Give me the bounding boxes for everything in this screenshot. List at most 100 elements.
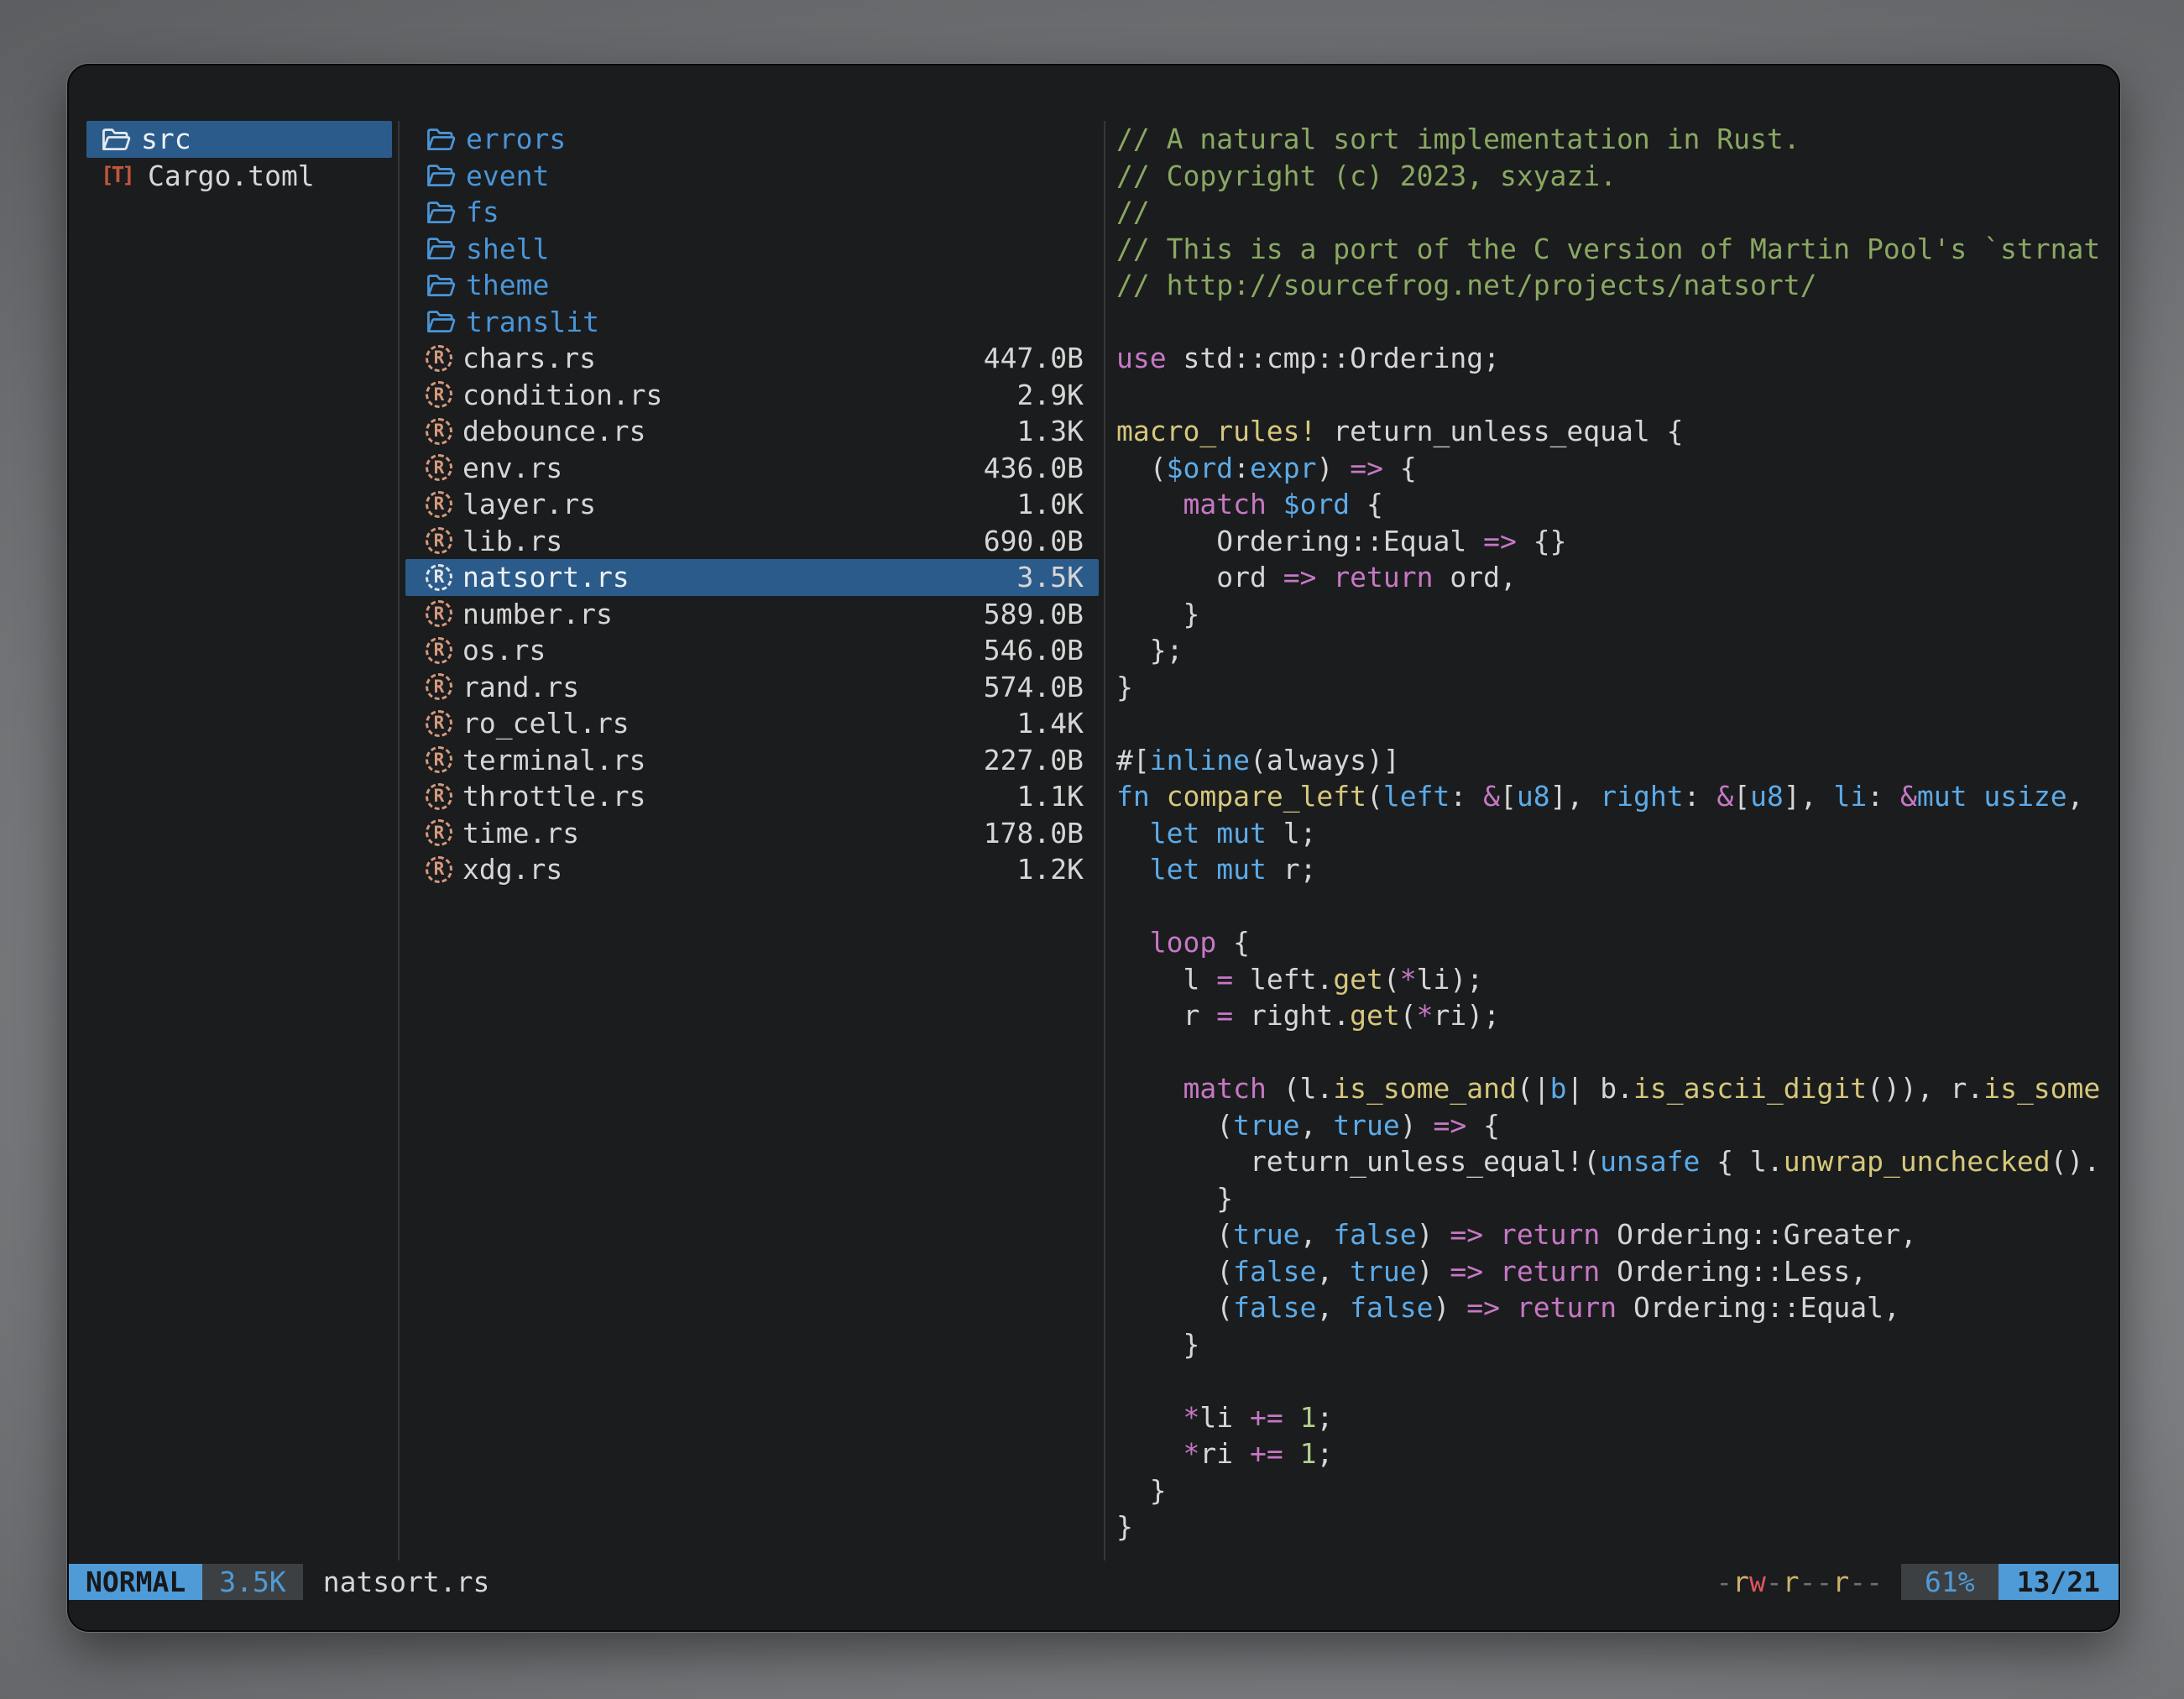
file-size: 3.5K [1017, 561, 1084, 593]
code-line: l = left.get(*li); [1116, 961, 2119, 998]
entry-name: number.rs [462, 598, 613, 630]
toml-icon: [T] [101, 163, 138, 188]
current-directory-pane: errorseventfsshellthemetranslit Rchars.rs… [405, 121, 1099, 888]
entry-name: chars.rs [462, 342, 596, 374]
file-size: 690.0B [984, 525, 1084, 557]
file-size: 2.9K [1017, 379, 1084, 411]
code-line: fn compare_left(left: &[u8], right: &[u8… [1116, 778, 2119, 815]
file-row[interactable]: Rdebounce.rs1.3K [405, 413, 1099, 450]
entry-name: Cargo.toml [148, 159, 315, 192]
code-line: Ordering::Equal => {} [1116, 523, 2119, 560]
file-row[interactable]: Rrand.rs 574.0B [405, 669, 1099, 706]
file-size: 1.3K [1017, 415, 1084, 447]
rust-icon: R [426, 673, 452, 700]
file-size: 1.0K [1017, 488, 1084, 520]
code-line: match (l.is_some_and(|b| b.is_ascii_digi… [1116, 1070, 2119, 1107]
entry-name: ro_cell.rs [462, 707, 630, 740]
file-row[interactable]: Rterminal.rs227.0B [405, 742, 1099, 779]
file-row[interactable]: Rtime.rs178.0B [405, 815, 1099, 852]
file-size: 436.0B [984, 452, 1084, 484]
file-row[interactable]: Rxdg.rs1.2K [405, 851, 1099, 888]
code-line: *li += 1; [1116, 1399, 2119, 1436]
file-size: 178.0B [984, 817, 1084, 850]
code-line: (true, false) => return Ordering::Greate… [1116, 1216, 2119, 1253]
open-folder-icon [101, 126, 131, 153]
code-line: } [1116, 1180, 2119, 1217]
open-folder-icon [426, 199, 456, 226]
rust-icon: R [426, 527, 452, 554]
rust-icon: R [426, 783, 452, 810]
mode-badge: NORMAL [69, 1564, 202, 1600]
parent-file-row[interactable]: [T] Cargo.toml [86, 158, 392, 195]
entry-name: time.rs [462, 817, 579, 850]
entry-name: throttle.rs [462, 780, 646, 813]
code-line: (true, true) => { [1116, 1107, 2119, 1144]
entry-name: rand.rs [462, 671, 579, 703]
code-line: // Copyright (c) 2023, sxyazi. [1116, 158, 2119, 195]
open-folder-icon [426, 162, 456, 189]
file-row[interactable]: Rnatsort.rs3.5K [405, 559, 1099, 596]
rust-icon: R [426, 710, 452, 737]
code-line: } [1116, 1472, 2119, 1509]
folder-row[interactable]: errors [405, 121, 1099, 158]
open-folder-icon [426, 126, 456, 153]
entry-name: theme [466, 269, 549, 301]
entry-name: condition.rs [462, 379, 662, 411]
folder-row[interactable]: translit [405, 304, 1099, 341]
entry-name: xdg.rs [462, 853, 562, 886]
file-row[interactable]: Renv.rs436.0B [405, 450, 1099, 487]
code-line: return_unless_equal!(unsafe { l.unwrap_u… [1116, 1143, 2119, 1180]
entry-name: lib.rs [462, 525, 562, 557]
folder-row[interactable]: event [405, 158, 1099, 195]
rust-icon: R [426, 418, 452, 445]
code-line: macro_rules! return_unless_equal { [1116, 413, 2119, 450]
code-line: } [1116, 1326, 2119, 1363]
code-line: use std::cmp::Ordering; [1116, 340, 2119, 377]
permissions-text: -rw-r--r-- [1716, 1564, 1883, 1600]
code-line: let mut l; [1116, 815, 2119, 852]
code-line [1116, 304, 2119, 341]
file-row[interactable]: Rthrottle.rs 1.1K [405, 778, 1099, 815]
open-folder-icon [426, 308, 456, 335]
rust-icon: R [426, 600, 452, 627]
file-size: 1.1K [1017, 780, 1084, 813]
file-size: 1.2K [1017, 853, 1084, 886]
code-line: (false, false) => return Ordering::Equal… [1116, 1289, 2119, 1326]
code-line: ($ord:expr) => { [1116, 450, 2119, 487]
entry-name: os.rs [462, 634, 546, 667]
file-row[interactable]: Rnumber.rs589.0B [405, 596, 1099, 633]
entry-name: terminal.rs [462, 744, 646, 776]
code-line [1116, 1362, 2119, 1399]
file-size: 574.0B [984, 671, 1084, 703]
file-row[interactable]: Rcondition.rs2.9K [405, 377, 1099, 414]
file-size: 447.0B [984, 342, 1084, 374]
code-line: loop { [1116, 924, 2119, 961]
terminal-window: src [T] Cargo.toml errorseventfsshelltheme… [67, 64, 2120, 1632]
folder-row[interactable]: shell [405, 231, 1099, 268]
parent-directory-pane: src [T] Cargo.toml [86, 121, 392, 194]
file-size-badge: 3.5K [202, 1564, 302, 1600]
folder-row[interactable]: fs [405, 194, 1099, 231]
parent-folder-row[interactable]: src [86, 121, 392, 158]
code-line: } [1116, 596, 2119, 633]
code-line: *ri += 1; [1116, 1435, 2119, 1472]
code-line: match $ord { [1116, 486, 2119, 523]
entry-name: env.rs [462, 452, 562, 484]
file-size: 546.0B [984, 634, 1084, 667]
code-line: (false, true) => return Ordering::Less, [1116, 1253, 2119, 1290]
file-row[interactable]: Rlayer.rs1.0K [405, 486, 1099, 523]
file-size: 227.0B [984, 744, 1084, 776]
entry-name: layer.rs [462, 488, 596, 520]
code-line: // http://sourcefrog.net/projects/natsor… [1116, 267, 2119, 304]
status-spacer [489, 1564, 1716, 1600]
file-row[interactable]: Ros.rs546.0B [405, 632, 1099, 669]
cursor-position-badge: 13/21 [1999, 1564, 2119, 1600]
code-line [1116, 888, 2119, 925]
code-line [1116, 377, 2119, 414]
folder-row[interactable]: theme [405, 267, 1099, 304]
entry-name: natsort.rs [462, 561, 630, 593]
file-row[interactable]: Rlib.rs 690.0B [405, 523, 1099, 560]
file-row[interactable]: Rro_cell.rs1.4K [405, 705, 1099, 742]
code-line: // A natural sort implementation in Rust… [1116, 121, 2119, 158]
file-row[interactable]: Rchars.rs447.0B [405, 340, 1099, 377]
